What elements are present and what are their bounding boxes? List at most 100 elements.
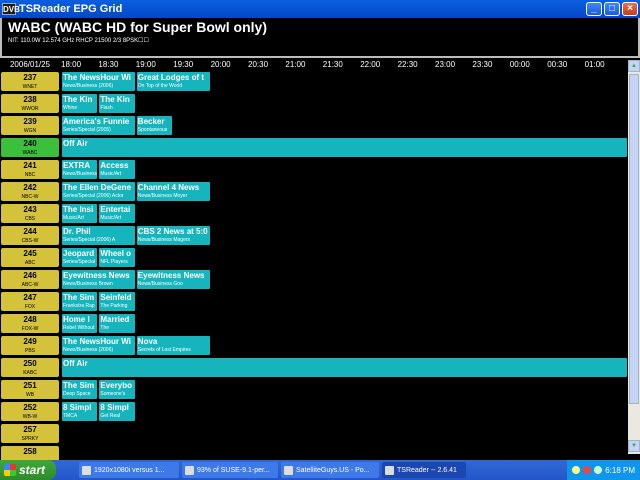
grid-date: 2006/01/25 bbox=[9, 60, 51, 69]
taskbar-task[interactable]: SatelliteGuys.US - Po... bbox=[281, 462, 379, 478]
channel-cell[interactable]: 251 WB bbox=[0, 379, 60, 400]
program-block[interactable]: CBS 2 News at 5:0 News/Business Magers bbox=[135, 225, 211, 246]
program-title: Nova bbox=[137, 337, 158, 346]
time-slot-label: 19:00 bbox=[135, 60, 156, 69]
channel-cell[interactable]: 257 SPRKY bbox=[0, 423, 60, 444]
channel-number: 249 bbox=[23, 337, 37, 346]
channel-cell[interactable]: 247 FOX bbox=[0, 291, 60, 312]
program-block[interactable]: The NewsHour Wi News/Business (2006) bbox=[61, 71, 136, 92]
task-label: 93% of SUSE-9.1-per... bbox=[197, 466, 270, 474]
program-block[interactable]: Wheel o NFL Players bbox=[98, 247, 136, 268]
program-block[interactable]: Eyewitness News News/Business Brown bbox=[61, 269, 136, 290]
channel-title: WABC (WABC HD for Super Bowl only) bbox=[8, 19, 267, 35]
program-block[interactable]: Eyewitness News News/Business Goo bbox=[135, 269, 211, 290]
channel-cell[interactable]: 246 ABC-W bbox=[0, 269, 60, 290]
channel-row: 251 WB The Sim Deep Space Everybo Someone's bbox=[0, 379, 640, 400]
channel-row: 252 WB-W 8 Simpl TMCA 8 Simpl Get Real bbox=[0, 401, 640, 422]
program-block[interactable]: Home I Rebel Without bbox=[61, 313, 99, 334]
program-block[interactable]: The Sim Frankstra Rap bbox=[61, 291, 99, 312]
channel-number: 239 bbox=[23, 117, 37, 126]
channel-cell[interactable]: 242 NBC-W bbox=[0, 181, 60, 202]
program-block[interactable]: The Kin Flash bbox=[98, 93, 136, 114]
scroll-up-icon[interactable]: ▲ bbox=[628, 60, 640, 72]
program-description: Spontaneous bbox=[137, 127, 168, 133]
minimize-button[interactable]: _ bbox=[586, 2, 602, 16]
program-title: Entertai bbox=[100, 205, 131, 214]
program-block[interactable]: 8 Simpl TMCA bbox=[61, 401, 99, 422]
scroll-down-icon[interactable]: ▼ bbox=[628, 440, 640, 452]
channel-cell[interactable]: 239 WGN bbox=[0, 115, 60, 136]
time-slot-label: 01:00 bbox=[584, 60, 605, 69]
program-block[interactable]: Everybo Someone's bbox=[98, 379, 136, 400]
task-app-icon bbox=[185, 465, 194, 475]
channel-cell[interactable]: 241 NBC bbox=[0, 159, 60, 180]
program-block[interactable]: Jeopard Series/Special bbox=[61, 247, 99, 268]
program-title: 8 Simpl bbox=[63, 403, 92, 412]
program-title: The NewsHour Wi bbox=[63, 337, 131, 346]
program-block[interactable]: Nova Secrets of Lost Empires bbox=[135, 335, 211, 356]
program-block[interactable]: The Insi Music/Art bbox=[61, 203, 99, 224]
program-block[interactable]: Seinfeld The Parking bbox=[98, 291, 136, 312]
taskbar-task[interactable]: 93% of SUSE-9.1-per... bbox=[182, 462, 278, 478]
channel-callsign: NBC-W bbox=[21, 194, 39, 200]
program-description: News/Business Moyer bbox=[137, 193, 188, 199]
channel-cell[interactable]: 250 KABC bbox=[0, 357, 60, 378]
channel-number: 250 bbox=[23, 359, 37, 368]
program-description: Flash bbox=[100, 105, 113, 111]
start-label: start bbox=[19, 463, 46, 477]
channel-cell[interactable]: 245 ABC bbox=[0, 247, 60, 268]
program-title: The NewsHour Wi bbox=[63, 73, 131, 82]
program-block[interactable]: Great Lodges of t On Top of the World bbox=[135, 71, 211, 92]
tray-volume-icon[interactable] bbox=[594, 466, 603, 474]
vertical-scrollbar[interactable]: ▲ ▼ bbox=[628, 60, 640, 454]
time-slot-label: 00:00 bbox=[509, 60, 530, 69]
channel-cell[interactable]: 237 WNET bbox=[0, 71, 60, 92]
program-block[interactable]: The NewsHour Wi News/Business (2006) bbox=[61, 335, 136, 356]
close-button[interactable]: × bbox=[622, 2, 638, 16]
channel-row: 244 CBS-W Dr. Phil Series/Special (2006) AC… bbox=[0, 225, 640, 246]
title-bar: DVB TSReader EPG Grid _ □ × bbox=[0, 0, 640, 18]
clock[interactable]: 6:18 PM bbox=[605, 466, 635, 475]
program-block[interactable]: Becker Spontaneous bbox=[135, 115, 174, 136]
channel-cell[interactable]: 240 WABC bbox=[0, 137, 60, 158]
program-title: The Sim bbox=[63, 293, 95, 302]
program-block[interactable]: Channel 4 News News/Business Moyer bbox=[135, 181, 211, 202]
channel-cell[interactable]: 248 FOX-W bbox=[0, 313, 60, 334]
window-title: TSReader EPG Grid bbox=[19, 3, 123, 15]
program-block[interactable]: The Sim Deep Space bbox=[61, 379, 99, 400]
maximize-button[interactable]: □ bbox=[604, 2, 620, 16]
program-block[interactable]: Off Air bbox=[61, 357, 628, 378]
channel-cell[interactable]: 249 PBS bbox=[0, 335, 60, 356]
channel-cell[interactable]: 244 CBS-W bbox=[0, 225, 60, 246]
program-title: America's Funnie bbox=[63, 117, 130, 126]
channel-row: 243 CBS The Insi Music/Art Entertai Music/Art bbox=[0, 203, 640, 224]
program-block[interactable]: The Ellen DeGene Series/Special (2006) Ac… bbox=[61, 181, 136, 202]
start-button[interactable]: start bbox=[0, 460, 56, 480]
program-block[interactable]: Married The bbox=[98, 313, 136, 334]
channel-cell[interactable]: 238 WWOR bbox=[0, 93, 60, 114]
channel-cell[interactable]: 243 CBS bbox=[0, 203, 60, 224]
program-title: 8 Simpl bbox=[100, 403, 129, 412]
taskbar-task[interactable]: 1920x1080i versus 1... bbox=[79, 462, 179, 478]
program-block[interactable]: 8 Simpl Get Real bbox=[98, 401, 136, 422]
program-block[interactable]: Dr. Phil Series/Special (2006) A bbox=[61, 225, 136, 246]
program-block[interactable]: EXTRA News/Business bbox=[61, 159, 99, 180]
program-block[interactable]: The Kin Whine bbox=[61, 93, 99, 114]
channel-cell[interactable]: 252 WB-W bbox=[0, 401, 60, 422]
program-block[interactable]: Off Air bbox=[61, 137, 628, 158]
program-block[interactable]: Access Music/Art bbox=[98, 159, 136, 180]
channel-callsign: ABC bbox=[24, 260, 36, 266]
scroll-thumb[interactable] bbox=[629, 74, 639, 404]
channel-row: 257 SPRKY bbox=[0, 423, 640, 444]
dvb-app-icon[interactable]: DVB bbox=[2, 3, 20, 15]
tray-network-icon[interactable] bbox=[572, 466, 581, 474]
taskbar-task[interactable]: TSReader -- 2.6.41 bbox=[382, 462, 466, 478]
program-title: Eyewitness News bbox=[63, 271, 130, 280]
program-description: Series/Special (2006) Actor bbox=[63, 193, 124, 199]
program-title: The Ellen DeGene bbox=[63, 183, 132, 192]
program-block[interactable]: America's Funnie Series/Special (2005) bbox=[61, 115, 136, 136]
program-block[interactable]: Entertai Music/Art bbox=[98, 203, 136, 224]
time-slot-label: 00:30 bbox=[547, 60, 568, 69]
tray-security-icon[interactable] bbox=[583, 466, 592, 474]
program-description: News/Business Magers bbox=[137, 237, 191, 243]
